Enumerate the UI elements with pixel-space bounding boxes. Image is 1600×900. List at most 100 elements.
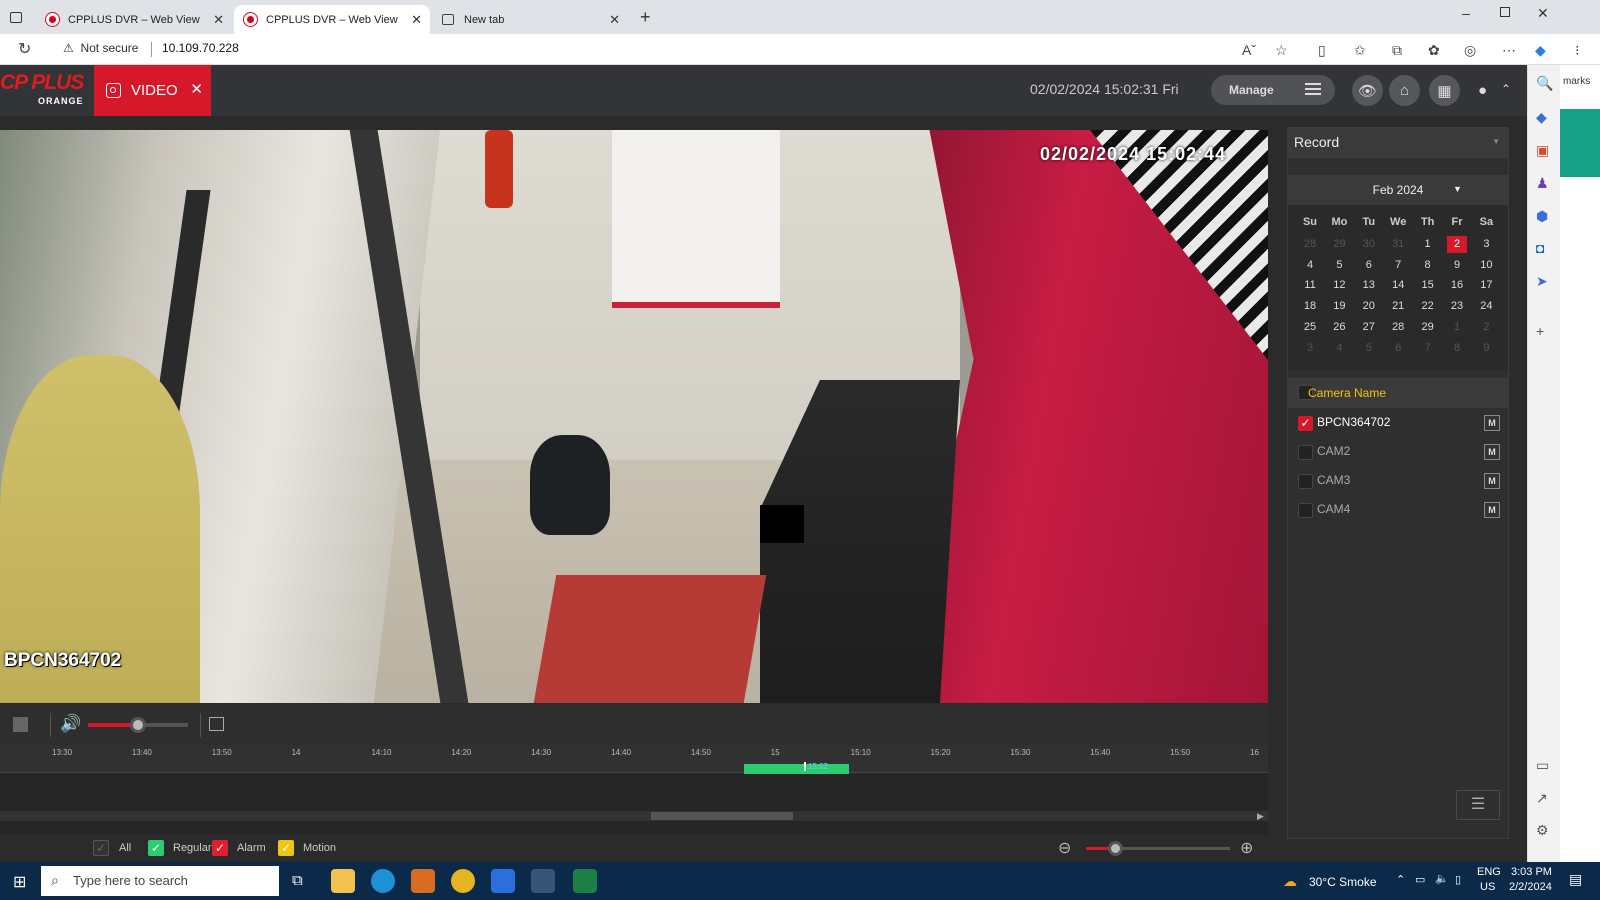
close-window-icon[interactable]: ✕: [1537, 5, 1549, 22]
outlook-icon[interactable]: [411, 869, 435, 893]
favorites-icon[interactable]: ✩: [1354, 42, 1366, 59]
browser-tab-1[interactable]: CPPLUS DVR – Web View ✕: [36, 5, 232, 34]
browser-essentials-icon[interactable]: ◎: [1464, 42, 1476, 59]
tray-chevron-icon[interactable]: ⌃: [1396, 873, 1405, 886]
network-icon[interactable]: ▭: [1415, 873, 1425, 886]
lang-label[interactable]: ENG: [1477, 866, 1501, 878]
camera-checkbox[interactable]: [1298, 445, 1313, 460]
zoom-knob[interactable]: [1107, 841, 1123, 856]
edge-browser-icon[interactable]: [371, 869, 395, 893]
outlook-icon[interactable]: ◘: [1536, 240, 1544, 256]
task-view-icon[interactable]: ⧉: [292, 872, 303, 889]
manage-button[interactable]: Manage: [1211, 75, 1335, 105]
calendar-day[interactable]: 14: [1388, 277, 1408, 294]
favorite-star-icon[interactable]: ☆: [1275, 42, 1288, 59]
calendar-day[interactable]: 1: [1418, 236, 1438, 253]
regular-checkbox[interactable]: ✓: [148, 840, 164, 856]
refresh-icon[interactable]: ↻: [18, 39, 31, 59]
add-sidebar-app-icon[interactable]: +: [1536, 323, 1544, 339]
fullscreen-icon[interactable]: [209, 717, 224, 731]
layout-grid-icon[interactable]: ▦: [1429, 75, 1460, 106]
calendar-day[interactable]: 9: [1447, 257, 1467, 274]
camera-main-stream-button[interactable]: M: [1484, 415, 1500, 431]
calendar-day[interactable]: 20: [1359, 298, 1379, 315]
search-icon[interactable]: 🔍: [1536, 75, 1553, 92]
calendar-day[interactable]: 27: [1359, 319, 1379, 336]
chart-app-icon[interactable]: [531, 869, 555, 893]
camera-row[interactable]: CAM2 M: [1288, 438, 1508, 466]
windows-start-icon[interactable]: ⊞: [13, 872, 26, 892]
minimize-window-icon[interactable]: –: [1462, 5, 1470, 21]
camera-row[interactable]: CAM3 M: [1288, 467, 1508, 495]
calendar-day[interactable]: 24: [1476, 298, 1496, 315]
settings-gear-icon[interactable]: ⚙: [1536, 822, 1549, 839]
more-menu-icon[interactable]: ⋯: [1502, 42, 1516, 59]
video-tab[interactable]: VIDEO ✕: [94, 65, 211, 116]
split-screen-icon[interactable]: ▯: [1318, 42, 1326, 59]
calendar-day[interactable]: 22: [1418, 298, 1438, 315]
month-dropdown-icon[interactable]: ▼: [1453, 184, 1462, 194]
notifications-icon[interactable]: ▤: [1569, 871, 1582, 888]
calendar-day[interactable]: 26: [1329, 319, 1349, 336]
calendar-day[interactable]: 7: [1388, 257, 1408, 274]
url-field[interactable]: 10.109.70.228: [162, 41, 239, 55]
clock-date[interactable]: 2/2/2024: [1509, 881, 1552, 893]
volume-icon[interactable]: 🔊: [60, 714, 81, 734]
chrome-icon[interactable]: [451, 869, 475, 893]
calendar-header[interactable]: Feb 2024 ▼: [1288, 175, 1508, 205]
calendar-day[interactable]: 28: [1388, 319, 1408, 336]
all-checkbox[interactable]: ✓: [93, 840, 109, 856]
playback-timeline[interactable]: 13:30 13:40 13:50 14 14:10 14:20 14:30 14:40 14:…: [0, 745, 1268, 835]
calendar-day[interactable]: 8: [1418, 257, 1438, 274]
calendar-day[interactable]: 5: [1329, 257, 1349, 274]
calendar-day[interactable]: 23: [1447, 298, 1467, 315]
close-tab-icon[interactable]: ✕: [213, 12, 224, 28]
list-view-button[interactable]: ☰: [1456, 790, 1500, 820]
volume-tray-icon[interactable]: 🔈: [1435, 872, 1449, 885]
stop-button[interactable]: [13, 717, 28, 732]
sidebar-toggle-icon[interactable]: ⁝: [1575, 42, 1579, 59]
calendar-day-selected[interactable]: 2: [1447, 236, 1467, 253]
volume-knob[interactable]: [130, 717, 146, 733]
zoom-in-icon[interactable]: ⊕: [1240, 838, 1253, 858]
calendar-day[interactable]: 4: [1300, 257, 1320, 274]
shopping-icon[interactable]: ◆: [1536, 109, 1547, 126]
weather-text[interactable]: 30°C Smoke: [1309, 875, 1377, 889]
camera-checkbox[interactable]: [1298, 503, 1313, 518]
open-external-icon[interactable]: ↗: [1536, 790, 1548, 807]
calendar-day[interactable]: 3: [1476, 236, 1496, 253]
video-close-icon[interactable]: ✕: [1255, 130, 1265, 132]
clock-time[interactable]: 3:03 PM: [1511, 866, 1552, 878]
calendar-day[interactable]: 13: [1359, 277, 1379, 294]
camera-checkbox[interactable]: [1298, 474, 1313, 489]
camera-video-view[interactable]: ✕ 02/02/2024 15:02:44 BPCN364702: [0, 130, 1268, 703]
home-icon[interactable]: ⌂: [1389, 75, 1420, 106]
volume-slider[interactable]: [88, 717, 188, 733]
sidebar-layout-icon[interactable]: ▭: [1536, 757, 1549, 774]
microsoft365-icon[interactable]: ⬢: [1536, 208, 1548, 225]
calendar-day[interactable]: 11: [1300, 277, 1320, 294]
calendar-day[interactable]: 21: [1388, 298, 1408, 315]
extensions-icon[interactable]: ✿: [1428, 42, 1440, 59]
security-warning[interactable]: ⚠ Not secure: [63, 41, 138, 55]
camera-main-stream-button[interactable]: M: [1484, 444, 1500, 460]
zoom-out-icon[interactable]: ⊖: [1058, 838, 1071, 858]
preview-eye-icon[interactable]: 👁: [1352, 75, 1383, 106]
calendar-day[interactable]: 16: [1447, 277, 1467, 294]
camera-checkbox[interactable]: ✓: [1298, 416, 1313, 431]
battery-icon[interactable]: ▯: [1455, 873, 1461, 886]
send-icon[interactable]: ➤: [1536, 273, 1548, 290]
calendar-day[interactable]: 10: [1476, 257, 1496, 274]
collections-icon[interactable]: ⧉: [1392, 42, 1402, 59]
taskbar-search[interactable]: ⌕ Type here to search: [41, 866, 279, 896]
camera-row[interactable]: CAM4 M: [1288, 496, 1508, 524]
new-tab-button[interactable]: +: [640, 7, 651, 28]
app-window-icon[interactable]: [491, 869, 515, 893]
maximize-window-icon[interactable]: [1500, 7, 1510, 17]
tab-actions-icon[interactable]: [10, 12, 22, 23]
file-explorer-icon[interactable]: [331, 869, 355, 893]
camera-main-stream-button[interactable]: M: [1484, 473, 1500, 489]
calendar-day[interactable]: 17: [1476, 277, 1496, 294]
motion-checkbox[interactable]: ✓: [278, 840, 294, 856]
zoom-slider[interactable]: [1086, 841, 1230, 856]
